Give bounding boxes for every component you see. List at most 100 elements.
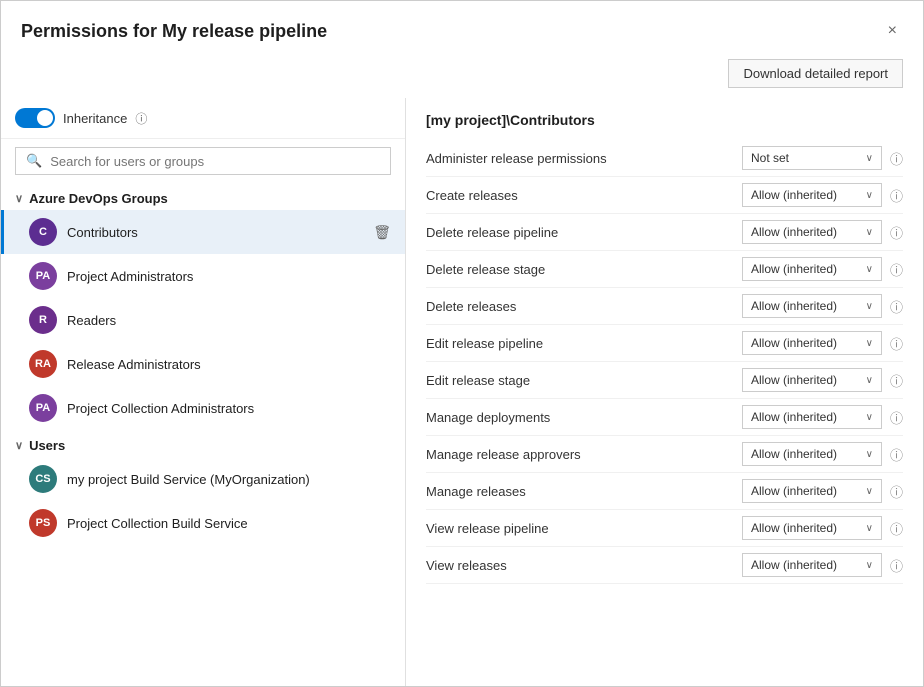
permission-row: Manage release approversAllow (inherited…	[426, 436, 903, 473]
permission-value-dropdown[interactable]: Allow (inherited) ∨	[742, 516, 882, 540]
permission-value-dropdown[interactable]: Allow (inherited)∨	[742, 368, 882, 392]
avatar: CS	[29, 465, 57, 493]
group-name: Readers	[67, 313, 391, 328]
chevron-down-icon: ∨	[866, 449, 873, 460]
avatar: PS	[29, 509, 57, 537]
chevron-down-icon: ∨	[866, 190, 873, 201]
inheritance-row: Inheritance ⓘ	[1, 98, 405, 139]
permission-row: Delete releasesAllow (inherited)∨ ⓘ	[426, 288, 903, 325]
permission-info-icon[interactable]: ⓘ	[890, 482, 903, 501]
search-box: 🔍	[15, 147, 391, 175]
permission-value-dropdown[interactable]: Allow (inherited) ∨	[742, 220, 882, 244]
permission-row: Manage releasesAllow (inherited)∨ⓘ	[426, 473, 903, 510]
group-name: my project Build Service (MyOrganization…	[67, 472, 391, 487]
permission-name: Delete release stage	[426, 262, 742, 277]
permission-value: Allow (inherited)	[751, 558, 837, 572]
permission-info-icon[interactable]: ⓘ	[890, 334, 903, 353]
list-item[interactable]: R Readers 🗑	[1, 298, 405, 342]
right-panel: [my project]\Contributors Administer rel…	[406, 98, 923, 686]
permission-row: Delete release stage Allow (inherited) ∨ ⓘ	[426, 251, 903, 288]
permission-name: Edit release stage	[426, 373, 742, 388]
permission-name: Administer release permissions	[426, 151, 742, 166]
download-report-button[interactable]: Download detailed report	[728, 59, 903, 88]
permission-value-dropdown[interactable]: Allow (inherited) ∨	[742, 183, 882, 207]
chevron-down-icon: ∨	[866, 375, 873, 386]
permission-info-icon[interactable]: ⓘ	[890, 297, 903, 316]
permission-info-icon[interactable]: ⓘ	[890, 186, 903, 205]
permission-name: Delete releases	[426, 299, 742, 314]
users-section-header[interactable]: ∨ Users	[1, 430, 405, 457]
permission-value-dropdown[interactable]: Allow (inherited)∨	[742, 331, 882, 355]
permission-info-icon[interactable]: ⓘ	[890, 260, 903, 279]
list-item[interactable]: C Contributors 🗑	[1, 210, 405, 254]
permission-row: View release pipelineAllow (inherited)∨ⓘ	[426, 510, 903, 547]
inheritance-info-icon[interactable]: ⓘ	[135, 110, 147, 127]
group-name: Release Administrators	[67, 357, 391, 372]
permission-value-dropdown[interactable]: Allow (inherited) ∨	[742, 479, 882, 503]
chevron-down-icon: ∨	[866, 264, 873, 275]
chevron-down-icon: ∨	[866, 338, 873, 349]
permission-value: Allow (inherited)	[751, 299, 837, 313]
avatar: R	[29, 306, 57, 334]
avatar: RA	[29, 350, 57, 378]
inheritance-toggle[interactable]	[15, 108, 55, 128]
delete-icon[interactable]: 🗑	[373, 224, 391, 241]
permission-row: View releasesAllow (inherited)∨ⓘ	[426, 547, 903, 584]
list-item[interactable]: PS Project Collection Build Service 🗑	[1, 501, 405, 545]
list-item[interactable]: CS my project Build Service (MyOrganizat…	[1, 457, 405, 501]
permission-name: Edit release pipeline	[426, 336, 742, 351]
permission-value: Allow (inherited)	[751, 225, 837, 239]
permission-value-dropdown[interactable]: Allow (inherited) ∨	[742, 553, 882, 577]
group-name: Contributors	[67, 225, 373, 240]
dialog-title: Permissions for My release pipeline	[21, 21, 327, 42]
permission-value: Allow (inherited)	[751, 188, 837, 202]
azure-devops-groups-header[interactable]: ∨ Azure DevOps Groups	[1, 183, 405, 210]
permission-name: Delete release pipeline	[426, 225, 742, 240]
inheritance-label: Inheritance	[63, 111, 127, 126]
permission-info-icon[interactable]: ⓘ	[890, 519, 903, 538]
close-button[interactable]: ×	[882, 19, 903, 43]
search-input[interactable]	[50, 154, 380, 169]
permission-info-icon[interactable]: ⓘ	[890, 223, 903, 242]
permission-value-dropdown[interactable]: Not set ∨	[742, 146, 882, 170]
chevron-down-icon: ∨	[866, 486, 873, 497]
permission-info-icon[interactable]: ⓘ	[890, 556, 903, 575]
permission-value-dropdown[interactable]: Allow (inherited) ∨	[742, 442, 882, 466]
avatar: C	[29, 218, 57, 246]
azure-devops-groups-label: Azure DevOps Groups	[29, 191, 168, 206]
users-label: Users	[29, 438, 65, 453]
chevron-down-icon: ∨	[866, 560, 873, 571]
permission-value: Allow (inherited)	[751, 447, 837, 461]
chevron-down-icon: ∨	[866, 523, 873, 534]
group-name: Project Collection Build Service	[67, 516, 391, 531]
permission-value: Allow (inherited)	[751, 521, 837, 535]
chevron-down-icon: ∨	[866, 412, 873, 423]
list-item[interactable]: PA Project Collection Administrators 🗑	[1, 386, 405, 430]
toolbar: Download detailed report	[1, 53, 923, 98]
left-panel: Inheritance ⓘ 🔍 ∨ Azure DevOps Groups C …	[1, 98, 406, 686]
permission-name: Create releases	[426, 188, 742, 203]
permission-row: Edit release stageAllow (inherited)∨ ⓘ	[426, 362, 903, 399]
list-item[interactable]: RA Release Administrators 🗑	[1, 342, 405, 386]
chevron-down-icon: ∨	[15, 439, 23, 452]
permission-row: Edit release pipelineAllow (inherited)∨ ⓘ	[426, 325, 903, 362]
chevron-down-icon: ∨	[866, 153, 873, 164]
permission-value-dropdown[interactable]: Allow (inherited) ∨	[742, 257, 882, 281]
permission-info-icon[interactable]: ⓘ	[890, 445, 903, 464]
permission-value-dropdown[interactable]: Allow (inherited)∨	[742, 405, 882, 429]
permission-info-icon[interactable]: ⓘ	[890, 408, 903, 427]
chevron-down-icon: ∨	[866, 227, 873, 238]
permission-value: Allow (inherited)	[751, 484, 837, 498]
permission-info-icon[interactable]: ⓘ	[890, 149, 903, 168]
permission-name: Manage deployments	[426, 410, 742, 425]
permission-info-icon[interactable]: ⓘ	[890, 371, 903, 390]
permission-name: Manage release approvers	[426, 447, 742, 462]
permission-row: Administer release permissions Not set ∨ ⓘ	[426, 140, 903, 177]
permission-row: Create releases Allow (inherited) ∨ ⓘ	[426, 177, 903, 214]
dialog-header: Permissions for My release pipeline ×	[1, 1, 923, 53]
group-name: Project Collection Administrators	[67, 401, 391, 416]
permission-value: Allow (inherited)	[751, 262, 837, 276]
permission-value-dropdown[interactable]: Allow (inherited)∨	[742, 294, 882, 318]
list-item[interactable]: PA Project Administrators 🗑	[1, 254, 405, 298]
permission-value: Not set	[751, 151, 789, 165]
